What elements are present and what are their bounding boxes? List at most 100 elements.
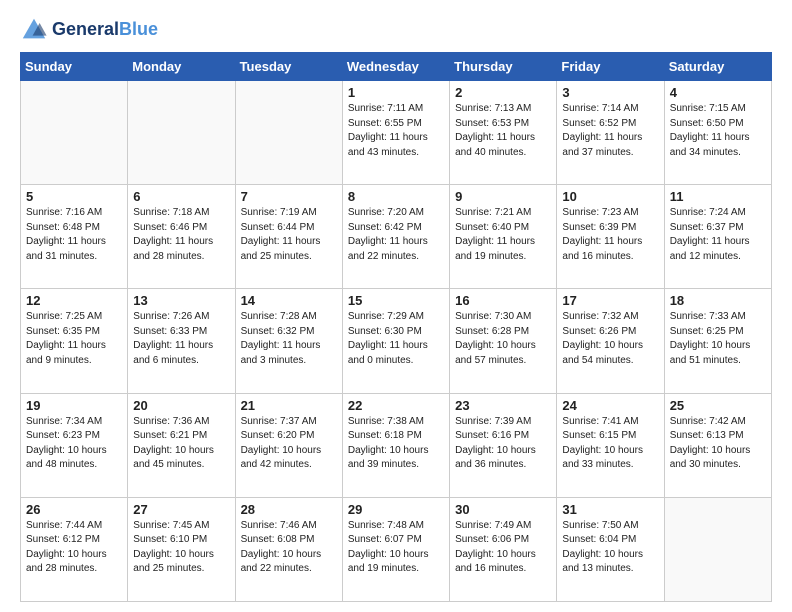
- day-detail: Sunrise: 7:38 AM Sunset: 6:18 PM Dayligh…: [348, 415, 444, 473]
- day-number: 22: [348, 398, 444, 413]
- day-number: 30: [455, 502, 551, 517]
- weekday-header: Saturday: [664, 53, 771, 81]
- day-detail: Sunrise: 7:32 AM Sunset: 6:26 PM Dayligh…: [562, 310, 658, 368]
- day-detail: Sunrise: 7:11 AM Sunset: 6:55 PM Dayligh…: [348, 102, 444, 160]
- calendar-week-row: 26 Sunrise: 7:44 AM Sunset: 6:12 PM Dayli…: [21, 497, 772, 601]
- calendar-week-row: 5 Sunrise: 7:16 AM Sunset: 6:48 PM Daylig…: [21, 185, 772, 289]
- day-detail: Sunrise: 7:24 AM Sunset: 6:37 PM Dayligh…: [670, 206, 766, 264]
- day-detail: Sunrise: 7:14 AM Sunset: 6:52 PM Dayligh…: [562, 102, 658, 160]
- day-detail: Sunrise: 7:20 AM Sunset: 6:42 PM Dayligh…: [348, 206, 444, 264]
- day-number: 29: [348, 502, 444, 517]
- day-number: 19: [26, 398, 122, 413]
- calendar-cell: 16 Sunrise: 7:30 AM Sunset: 6:28 PM Dayli…: [450, 289, 557, 393]
- day-detail: Sunrise: 7:34 AM Sunset: 6:23 PM Dayligh…: [26, 415, 122, 473]
- header: GeneralBlue: [20, 16, 772, 44]
- day-number: 3: [562, 85, 658, 100]
- day-number: 28: [241, 502, 337, 517]
- day-number: 31: [562, 502, 658, 517]
- calendar-cell: 12 Sunrise: 7:25 AM Sunset: 6:35 PM Dayli…: [21, 289, 128, 393]
- weekday-header: Tuesday: [235, 53, 342, 81]
- day-number: 26: [26, 502, 122, 517]
- day-number: 10: [562, 189, 658, 204]
- weekday-header: Thursday: [450, 53, 557, 81]
- day-detail: Sunrise: 7:37 AM Sunset: 6:20 PM Dayligh…: [241, 415, 337, 473]
- day-number: 4: [670, 85, 766, 100]
- calendar-cell: 26 Sunrise: 7:44 AM Sunset: 6:12 PM Dayli…: [21, 497, 128, 601]
- day-detail: Sunrise: 7:44 AM Sunset: 6:12 PM Dayligh…: [26, 519, 122, 577]
- day-number: 5: [26, 189, 122, 204]
- calendar-cell: 5 Sunrise: 7:16 AM Sunset: 6:48 PM Daylig…: [21, 185, 128, 289]
- weekday-header: Monday: [128, 53, 235, 81]
- calendar-cell: 18 Sunrise: 7:33 AM Sunset: 6:25 PM Dayli…: [664, 289, 771, 393]
- calendar-cell: 30 Sunrise: 7:49 AM Sunset: 6:06 PM Dayli…: [450, 497, 557, 601]
- logo-icon: [20, 16, 48, 44]
- calendar-cell: [664, 497, 771, 601]
- day-number: 12: [26, 293, 122, 308]
- day-number: 17: [562, 293, 658, 308]
- day-detail: Sunrise: 7:33 AM Sunset: 6:25 PM Dayligh…: [670, 310, 766, 368]
- day-detail: Sunrise: 7:50 AM Sunset: 6:04 PM Dayligh…: [562, 519, 658, 577]
- calendar-cell: 9 Sunrise: 7:21 AM Sunset: 6:40 PM Daylig…: [450, 185, 557, 289]
- calendar-cell: 14 Sunrise: 7:28 AM Sunset: 6:32 PM Dayli…: [235, 289, 342, 393]
- calendar-cell: 21 Sunrise: 7:37 AM Sunset: 6:20 PM Dayli…: [235, 393, 342, 497]
- calendar-cell: 1 Sunrise: 7:11 AM Sunset: 6:55 PM Daylig…: [342, 81, 449, 185]
- day-number: 14: [241, 293, 337, 308]
- day-number: 16: [455, 293, 551, 308]
- calendar-cell: 27Sunrise: 7:45 AM Sunset: 6:10 PM Dayli…: [128, 497, 235, 601]
- calendar-week-row: 12 Sunrise: 7:25 AM Sunset: 6:35 PM Dayli…: [21, 289, 772, 393]
- day-detail: Sunrise: 7:18 AM Sunset: 6:46 PM Dayligh…: [133, 206, 229, 264]
- calendar-cell: [235, 81, 342, 185]
- calendar-cell: 13Sunrise: 7:26 AM Sunset: 6:33 PM Dayli…: [128, 289, 235, 393]
- day-detail: Sunrise: 7:41 AM Sunset: 6:15 PM Dayligh…: [562, 415, 658, 473]
- day-detail: Sunrise: 7:28 AM Sunset: 6:32 PM Dayligh…: [241, 310, 337, 368]
- logo-text: GeneralBlue: [52, 20, 158, 40]
- calendar-cell: [21, 81, 128, 185]
- day-detail: Sunrise: 7:39 AM Sunset: 6:16 PM Dayligh…: [455, 415, 551, 473]
- day-number: 11: [670, 189, 766, 204]
- day-detail: Sunrise: 7:42 AM Sunset: 6:13 PM Dayligh…: [670, 415, 766, 473]
- day-number: 8: [348, 189, 444, 204]
- calendar-cell: 31 Sunrise: 7:50 AM Sunset: 6:04 PM Dayli…: [557, 497, 664, 601]
- logo: GeneralBlue: [20, 16, 158, 44]
- weekday-header-row: SundayMondayTuesdayWednesdayThursdayFrid…: [21, 53, 772, 81]
- day-detail: Sunrise: 7:13 AM Sunset: 6:53 PM Dayligh…: [455, 102, 551, 160]
- day-number: 9: [455, 189, 551, 204]
- weekday-header: Wednesday: [342, 53, 449, 81]
- calendar-cell: 28 Sunrise: 7:46 AM Sunset: 6:08 PM Dayli…: [235, 497, 342, 601]
- day-number: 1: [348, 85, 444, 100]
- calendar-cell: 3 Sunrise: 7:14 AM Sunset: 6:52 PM Daylig…: [557, 81, 664, 185]
- day-detail: Sunrise: 7:49 AM Sunset: 6:06 PM Dayligh…: [455, 519, 551, 577]
- calendar-cell: 23Sunrise: 7:39 AM Sunset: 6:16 PM Dayli…: [450, 393, 557, 497]
- calendar-cell: 10Sunrise: 7:23 AM Sunset: 6:39 PM Dayli…: [557, 185, 664, 289]
- calendar-cell: 2 Sunrise: 7:13 AM Sunset: 6:53 PM Daylig…: [450, 81, 557, 185]
- day-number: 6: [133, 189, 229, 204]
- day-detail: Sunrise: 7:19 AM Sunset: 6:44 PM Dayligh…: [241, 206, 337, 264]
- calendar-cell: 11 Sunrise: 7:24 AM Sunset: 6:37 PM Dayli…: [664, 185, 771, 289]
- calendar-cell: 17 Sunrise: 7:32 AM Sunset: 6:26 PM Dayli…: [557, 289, 664, 393]
- calendar-cell: 7 Sunrise: 7:19 AM Sunset: 6:44 PM Daylig…: [235, 185, 342, 289]
- weekday-header: Friday: [557, 53, 664, 81]
- day-detail: Sunrise: 7:45 AM Sunset: 6:10 PM Dayligh…: [133, 519, 229, 577]
- day-detail: Sunrise: 7:16 AM Sunset: 6:48 PM Dayligh…: [26, 206, 122, 264]
- calendar-week-row: 19 Sunrise: 7:34 AM Sunset: 6:23 PM Dayli…: [21, 393, 772, 497]
- day-detail: Sunrise: 7:25 AM Sunset: 6:35 PM Dayligh…: [26, 310, 122, 368]
- calendar-cell: [128, 81, 235, 185]
- day-detail: Sunrise: 7:36 AM Sunset: 6:21 PM Dayligh…: [133, 415, 229, 473]
- calendar-cell: 20Sunrise: 7:36 AM Sunset: 6:21 PM Dayli…: [128, 393, 235, 497]
- page: GeneralBlue SundayMondayTuesdayWednesday…: [0, 0, 792, 612]
- day-number: 18: [670, 293, 766, 308]
- day-number: 2: [455, 85, 551, 100]
- calendar-cell: 22 Sunrise: 7:38 AM Sunset: 6:18 PM Dayli…: [342, 393, 449, 497]
- calendar-week-row: 1 Sunrise: 7:11 AM Sunset: 6:55 PM Daylig…: [21, 81, 772, 185]
- day-number: 7: [241, 189, 337, 204]
- day-number: 15: [348, 293, 444, 308]
- calendar-cell: 4 Sunrise: 7:15 AM Sunset: 6:50 PM Daylig…: [664, 81, 771, 185]
- day-detail: Sunrise: 7:15 AM Sunset: 6:50 PM Dayligh…: [670, 102, 766, 160]
- day-detail: Sunrise: 7:48 AM Sunset: 6:07 PM Dayligh…: [348, 519, 444, 577]
- day-number: 25: [670, 398, 766, 413]
- day-detail: Sunrise: 7:26 AM Sunset: 6:33 PM Dayligh…: [133, 310, 229, 368]
- day-detail: Sunrise: 7:46 AM Sunset: 6:08 PM Dayligh…: [241, 519, 337, 577]
- day-detail: Sunrise: 7:21 AM Sunset: 6:40 PM Dayligh…: [455, 206, 551, 264]
- day-detail: Sunrise: 7:30 AM Sunset: 6:28 PM Dayligh…: [455, 310, 551, 368]
- day-number: 21: [241, 398, 337, 413]
